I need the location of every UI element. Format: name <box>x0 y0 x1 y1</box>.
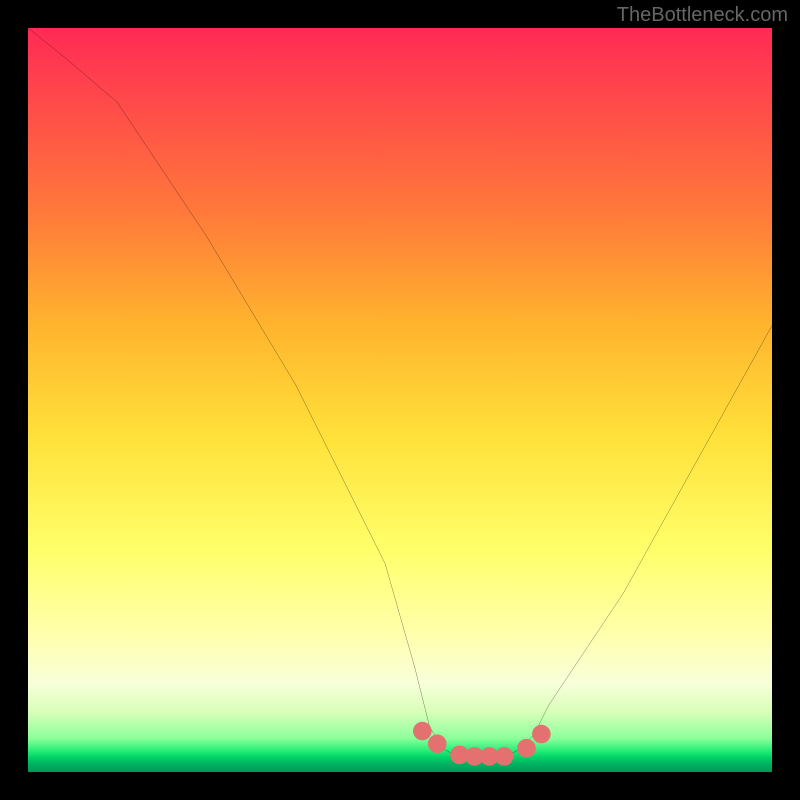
plot-area <box>28 28 772 772</box>
highlight-marker <box>413 722 432 741</box>
curve-svg <box>28 28 772 772</box>
highlight-marker <box>428 734 447 753</box>
highlight-marker <box>532 725 551 744</box>
highlight-marker <box>495 747 514 766</box>
highlight-markers <box>413 722 551 766</box>
watermark-text: TheBottleneck.com <box>617 4 788 27</box>
bottleneck-curve <box>28 28 772 761</box>
highlight-marker <box>517 739 536 758</box>
